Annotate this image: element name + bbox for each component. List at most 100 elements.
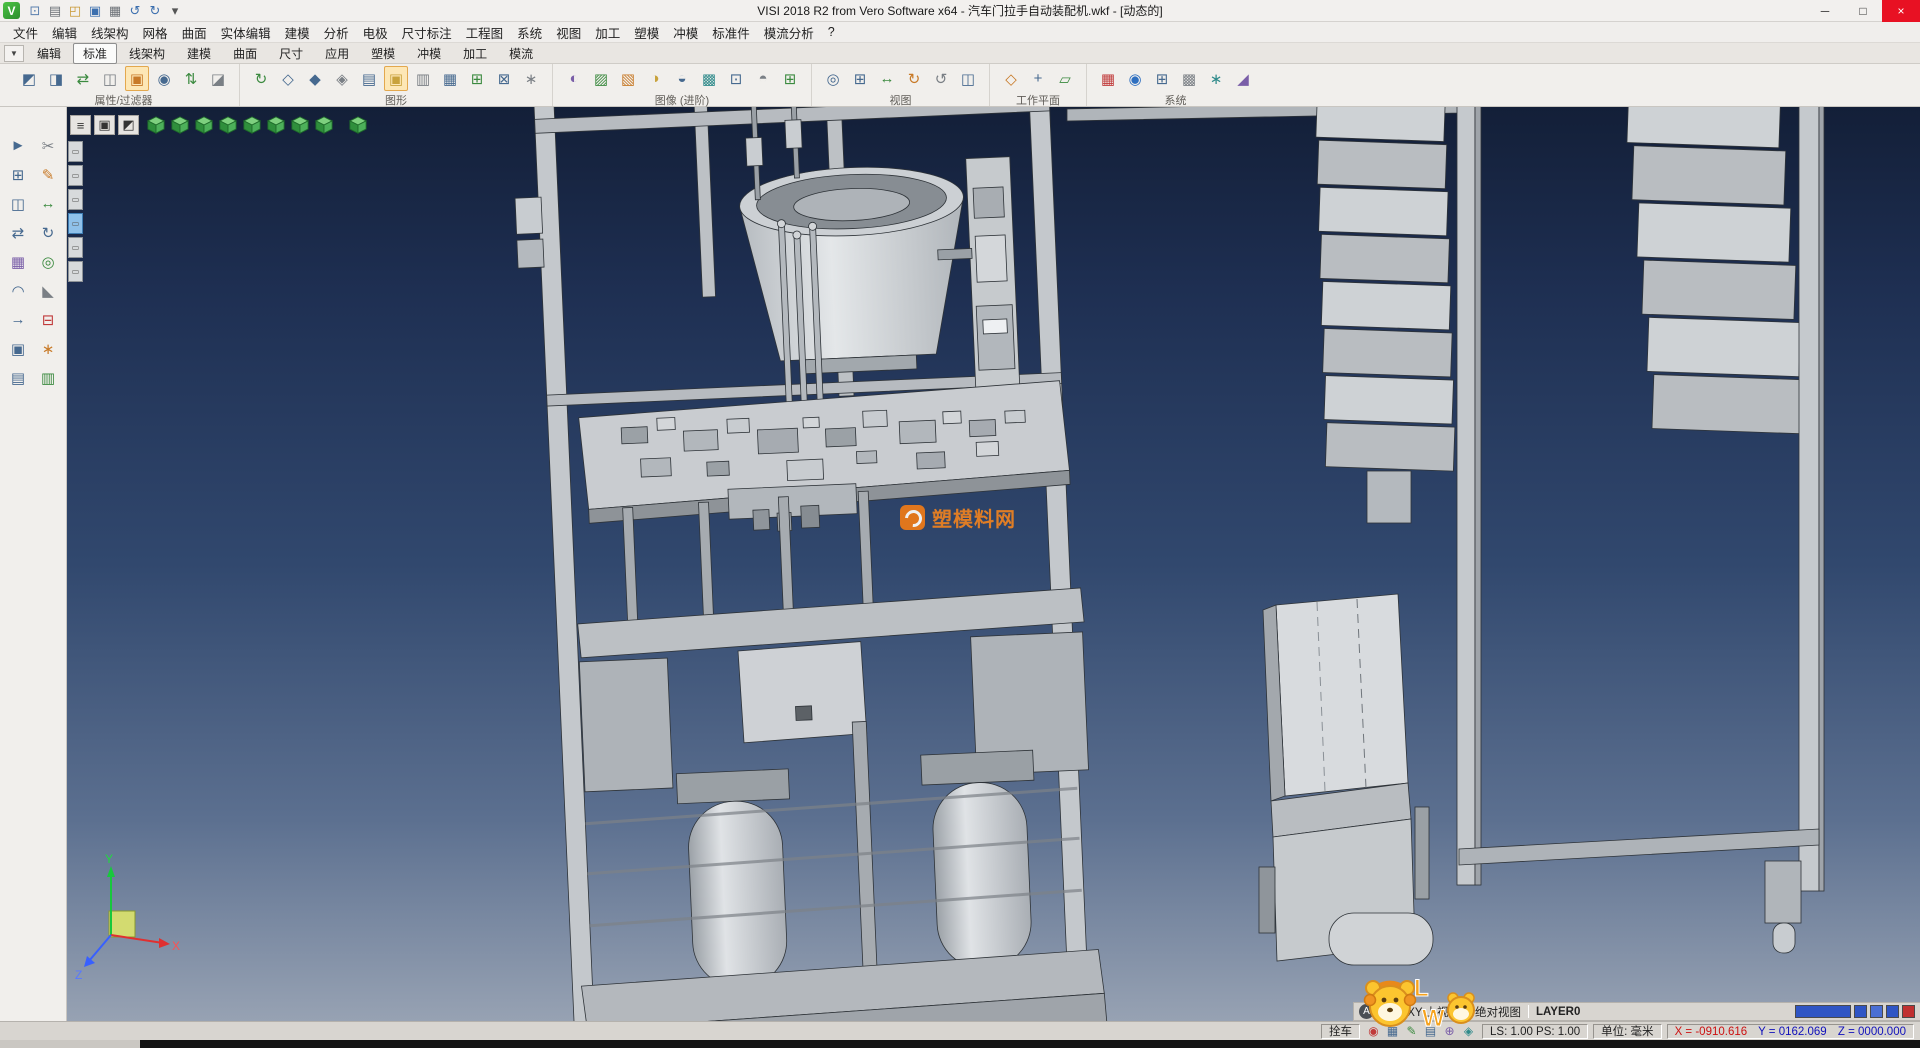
transparency-icon[interactable]: ▩ [697,66,721,91]
solid-stack-icon[interactable]: ▦ [438,66,462,91]
menu-item[interactable]: 模流分析 [757,21,821,44]
ribbon-tab[interactable]: 线架构 [119,43,175,64]
zoom-window-icon[interactable]: ⊞ [848,66,872,91]
print-icon[interactable]: ▦ [106,2,124,20]
layers-panel-icon[interactable]: ▤ [5,365,31,390]
select-filter-icon[interactable]: ◩ [17,66,41,91]
view-cube-top[interactable] [170,115,190,135]
menu-item[interactable]: 电极 [356,21,395,44]
sheet-icon[interactable]: ▥ [411,66,435,91]
workplane-xy-icon[interactable]: ◇ [999,66,1023,91]
zoom-all-icon[interactable]: ◎ [821,66,845,91]
break-icon[interactable]: ⊟ [35,307,61,332]
ribbon-tab[interactable]: 塑模 [361,43,405,64]
dynamic-highlight-icon[interactable]: ▣ [384,66,408,91]
undo-icon[interactable]: ↺ [126,2,144,20]
menu-item[interactable]: 系统 [510,21,549,44]
color-swatch-red[interactable] [1902,1005,1915,1018]
menu-item[interactable]: 实体编辑 [214,21,278,44]
close-button[interactable]: × [1882,0,1920,22]
array-icon[interactable]: ▦ [5,249,31,274]
table-icon[interactable]: ⊞ [1150,66,1174,91]
minimize-button[interactable]: ─ [1806,0,1844,22]
swap-filter-icon[interactable]: ⇄ [71,66,95,91]
side-tab-icon[interactable]: ▭ [68,237,83,258]
menu-item[interactable]: 工程图 [459,21,511,44]
offset-icon[interactable]: ◎ [35,249,61,274]
multi-view-icon[interactable]: ◫ [956,66,980,91]
chamfer-icon[interactable]: ◣ [35,278,61,303]
explode-icon[interactable]: ∗ [35,336,61,361]
new-file-icon[interactable]: ▤ [46,2,64,20]
menu-item[interactable]: 编辑 [45,21,84,44]
grid-box-icon[interactable]: ⊠ [492,66,516,91]
hidden-line-icon[interactable]: ◈ [330,66,354,91]
render-icon[interactable]: ◐ [562,66,586,91]
menu-item[interactable]: 分析 [317,21,356,44]
snap-grid-icon[interactable]: ⊞ [5,162,31,187]
material-icon[interactable]: ▧ [616,66,640,91]
menu-item[interactable]: 曲面 [175,21,214,44]
color-swatch[interactable] [1886,1005,1899,1018]
view-cube-front[interactable] [194,115,214,135]
box-stack-icon[interactable]: ⊞ [465,66,489,91]
select-icon[interactable]: ► [5,133,31,158]
tab-overflow-caret-icon[interactable]: ▼ [4,45,24,62]
highlight-filter-icon[interactable]: ▣ [125,66,149,91]
shade-icon[interactable]: ◆ [303,66,327,91]
ribbon-tab[interactable]: 应用 [315,43,359,64]
ribbon-tab[interactable]: 加工 [453,43,497,64]
ribbon-tab[interactable]: 编辑 [27,43,71,64]
ribbon-tab[interactable]: 冲模 [407,43,451,64]
sketch-icon[interactable]: ✎ [35,162,61,187]
menu-item[interactable]: 线架构 [84,21,136,44]
maximize-button[interactable]: □ [1844,0,1882,22]
redo-icon[interactable]: ↻ [146,2,164,20]
open-file-icon[interactable]: ◰ [66,2,84,20]
menu-item[interactable]: 视图 [549,21,588,44]
regen-icon[interactable]: ↻ [249,66,273,91]
view-cube-dimetric[interactable] [314,115,334,135]
graphics-settings-icon[interactable]: ∗ [519,66,543,91]
group-icon[interactable]: ▣ [5,336,31,361]
ribbon-tab[interactable]: 模流 [499,43,543,64]
palette-icon[interactable]: ▦ [1096,66,1120,91]
save-icon[interactable]: ▣ [86,2,104,20]
pan-icon[interactable]: ↔ [875,66,899,91]
extend-icon[interactable]: → [5,307,31,332]
snowflake-icon[interactable]: ∗ [1204,66,1228,91]
gallery-icon[interactable]: ⊞ [778,66,802,91]
side-tab-icon[interactable]: ▭ [68,189,83,210]
active-layer-label[interactable]: LAYER0 [1536,1006,1580,1018]
menu-item[interactable]: 网格 [136,21,175,44]
search-filter-icon[interactable]: ◨ [44,66,68,91]
matrix-icon[interactable]: ▩ [1177,66,1201,91]
measure-icon[interactable]: ↔ [35,191,61,216]
side-tab-icon[interactable]: ▭ [68,141,83,162]
previous-view-icon[interactable]: ↺ [929,66,953,91]
menu-item[interactable]: 建模 [278,21,317,44]
menu-item[interactable]: 冲模 [666,21,705,44]
link-filter-icon[interactable]: ◫ [98,66,122,91]
shaded-box-icon[interactable]: ◩ [118,115,139,135]
viewbar-menu-icon[interactable]: ≡ [70,115,91,135]
trim-icon[interactable]: ✂ [35,133,61,158]
light-icon[interactable]: ◑ [643,66,667,91]
layer-stack-icon[interactable]: ▤ [357,66,381,91]
background-icon[interactable]: ⊡ [724,66,748,91]
mirror-icon[interactable]: ◫ [5,191,31,216]
properties-panel-icon[interactable]: ▥ [35,365,61,390]
side-tab-icon[interactable]: ▭ [68,213,83,234]
active-color-swatch[interactable] [1795,1005,1851,1018]
ribbon-tab[interactable]: 曲面 [223,43,267,64]
color-swatch[interactable] [1854,1005,1867,1018]
menu-item[interactable]: 文件 [6,21,45,44]
view-cube-bottom[interactable] [290,115,310,135]
shadow-icon[interactable]: ◒ [670,66,694,91]
workplane-align-icon[interactable]: ▱ [1053,66,1077,91]
snap-toggle-button[interactable]: 拴车 [1321,1024,1360,1039]
screen-tool-icon[interactable]: ⊡ [26,2,44,20]
view-cube-back[interactable] [218,115,238,135]
view-cube-left[interactable] [242,115,262,135]
rotate-view-icon[interactable]: ↻ [902,66,926,91]
